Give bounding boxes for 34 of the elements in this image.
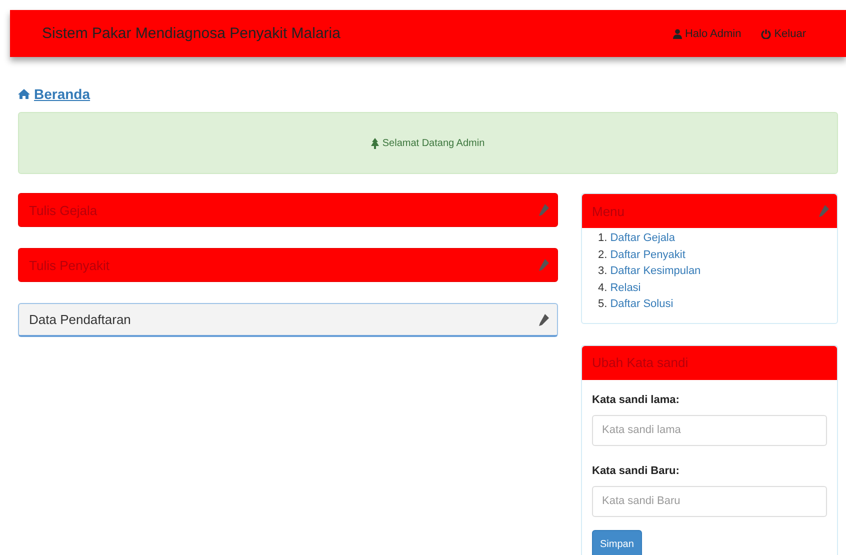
menu-link[interactable]: Daftar Penyakit bbox=[610, 246, 686, 263]
pencil-icon bbox=[539, 314, 549, 326]
menu-link[interactable]: Daftar Gejala bbox=[610, 230, 675, 246]
panel-title: Tulis Penyakit bbox=[29, 258, 110, 272]
pencil-icon bbox=[539, 259, 549, 271]
item-number: 4. bbox=[598, 280, 608, 296]
pencil-icon bbox=[819, 205, 829, 217]
item-number: 2. bbox=[598, 248, 608, 262]
tree-icon bbox=[371, 138, 380, 148]
password-field[interactable]: Kata sandi lama bbox=[592, 414, 827, 446]
panel-title: Data Pendaftaran bbox=[29, 312, 131, 327]
item-number: 5. bbox=[598, 297, 608, 312]
menu-link[interactable]: Daftar Solusi bbox=[610, 296, 674, 312]
item-number: 1. bbox=[598, 231, 608, 246]
alert-text: Selamat Datang Admin bbox=[382, 138, 485, 148]
password-field[interactable]: Kata sandi Baru bbox=[592, 486, 827, 516]
panel-title: Ubah Kata sandi bbox=[592, 355, 688, 370]
save-button[interactable]: Simpan bbox=[592, 530, 642, 555]
breadcrumb-link[interactable]: Beranda bbox=[34, 86, 90, 102]
home-icon bbox=[18, 89, 30, 99]
panel-title: Tulis Gejala bbox=[29, 202, 98, 218]
panel-title: Menu bbox=[592, 204, 625, 218]
field-label: Kata sandi lama: bbox=[592, 394, 680, 406]
logout-link[interactable]: Keluar bbox=[761, 28, 806, 40]
power-icon bbox=[761, 28, 772, 38]
app-title: Sistem Pakar Mendiagnosa Penyakit Malaria bbox=[42, 25, 342, 42]
menu-link[interactable]: Daftar Kesimpulan bbox=[610, 263, 701, 280]
user-link[interactable]: Halo Admin bbox=[672, 28, 742, 40]
panel-header[interactable]: Data Pendaftaran bbox=[18, 303, 558, 337]
pencil-icon bbox=[539, 204, 549, 216]
item-number: 3. bbox=[598, 264, 608, 279]
field-label: Kata sandi Baru: bbox=[592, 464, 680, 476]
user-icon bbox=[672, 28, 682, 38]
menu-link[interactable]: Relasi bbox=[610, 280, 641, 296]
